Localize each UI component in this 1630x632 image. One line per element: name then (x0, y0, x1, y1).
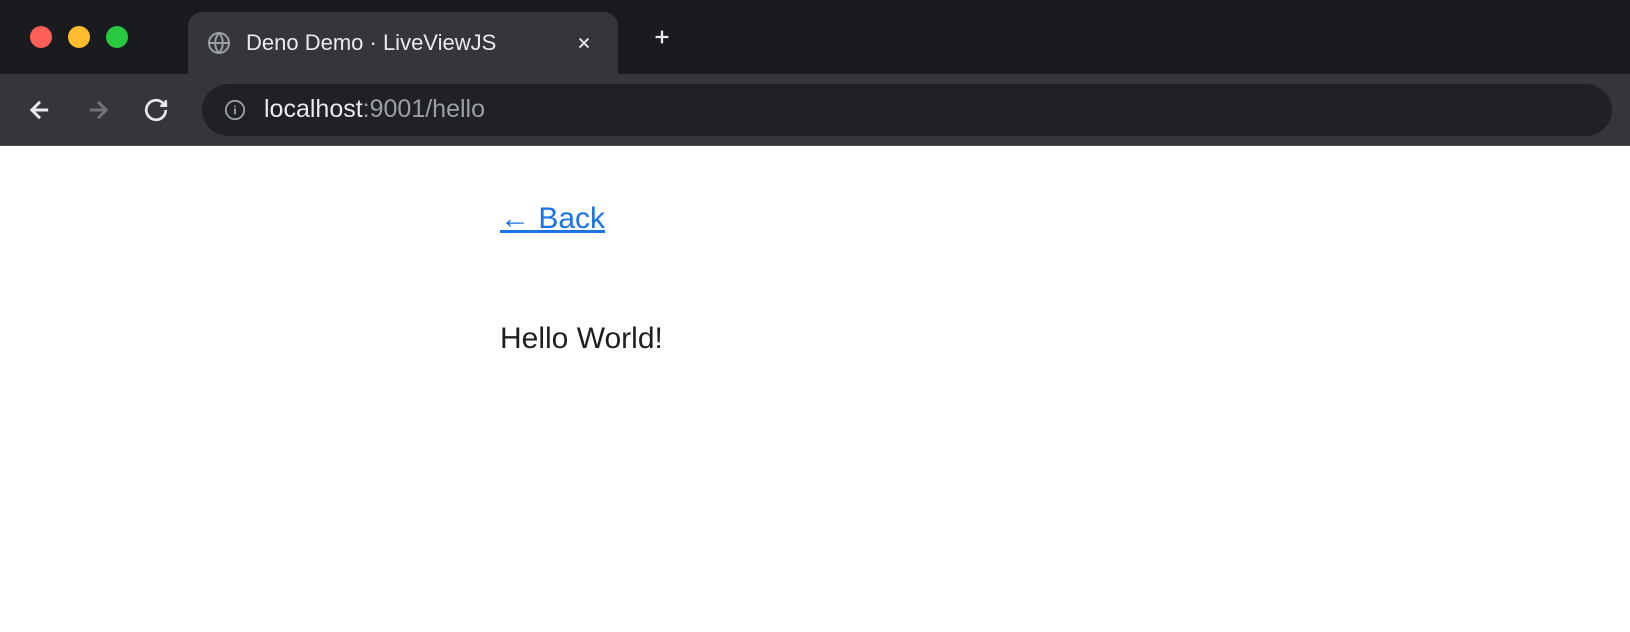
close-tab-button[interactable] (572, 31, 596, 55)
new-tab-button[interactable] (642, 17, 682, 57)
url-path: :9001/hello (363, 95, 485, 124)
minimize-window-button[interactable] (68, 26, 90, 48)
page-content: ← Back Hello World! (0, 146, 1630, 632)
close-window-button[interactable] (30, 26, 52, 48)
url-text: localhost:9001/hello (264, 95, 485, 124)
tab-strip: Deno Demo · LiveViewJS (188, 0, 682, 74)
site-info-icon[interactable] (222, 97, 248, 123)
tab-title: Deno Demo · LiveViewJS (246, 30, 558, 56)
maximize-window-button[interactable] (106, 26, 128, 48)
back-link[interactable]: ← Back (500, 202, 605, 236)
hello-text: Hello World! (500, 322, 1630, 356)
forward-button[interactable] (76, 88, 120, 132)
traffic-lights (30, 26, 128, 48)
globe-icon (206, 30, 232, 56)
window-titlebar: Deno Demo · LiveViewJS (0, 0, 1630, 74)
browser-toolbar: localhost:9001/hello (0, 74, 1630, 146)
browser-tab[interactable]: Deno Demo · LiveViewJS (188, 12, 618, 74)
address-bar[interactable]: localhost:9001/hello (202, 84, 1612, 136)
reload-button[interactable] (134, 88, 178, 132)
back-button[interactable] (18, 88, 62, 132)
url-host: localhost (264, 95, 363, 124)
